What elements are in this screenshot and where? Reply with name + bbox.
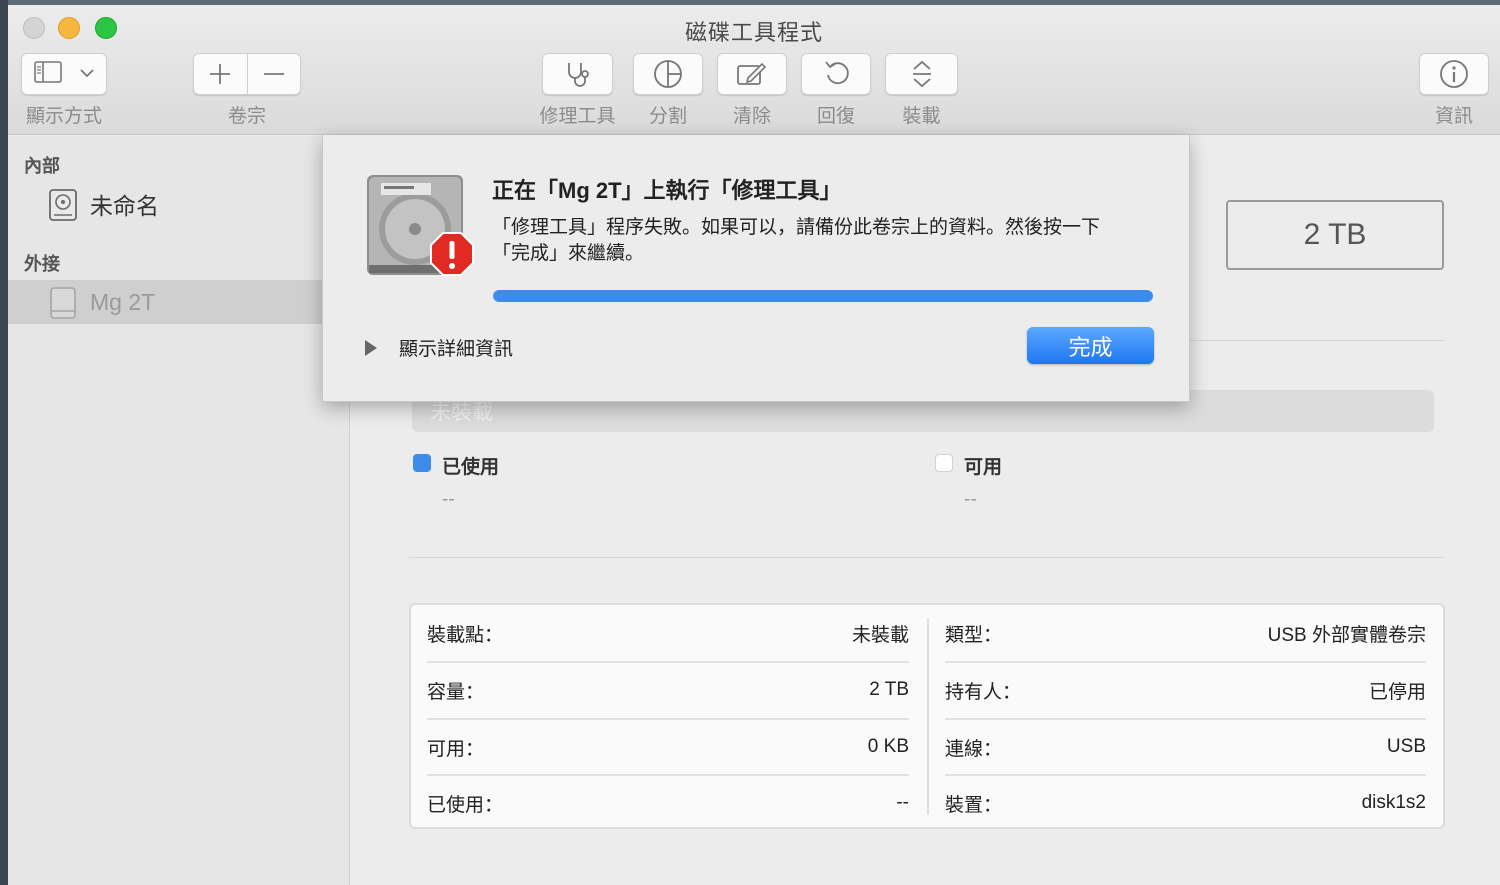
mount-label: 裝載 — [902, 106, 941, 127]
sidebar-item-untitled[interactable]: 未命名 — [8, 182, 350, 226]
info-key: 可用： — [427, 738, 485, 760]
info-row-owners: 持有人： 已停用 — [945, 662, 1426, 718]
hard-drive-warning-icon — [365, 171, 477, 294]
divider — [409, 557, 1445, 558]
dialog-message-line-1: 「修理工具」程序失敗。如果可以，請備份此卷宗上的資料。然後按一下 — [492, 217, 1101, 238]
done-button[interactable]: 完成 — [1027, 327, 1154, 364]
free-legend-label: 可用 — [964, 457, 1003, 478]
info-value: disk1s2 — [1361, 792, 1426, 813]
view-mode-label: 顯示方式 — [25, 106, 102, 127]
show-details-toggle[interactable]: 顯示詳細資訊 — [365, 334, 513, 361]
erase-button[interactable] — [717, 53, 787, 95]
info-button[interactable] — [1419, 53, 1489, 95]
info-row-type: 類型： USB 外部實體卷宗 — [945, 605, 1426, 661]
info-key: 類型： — [945, 624, 1003, 646]
info-row-device: 裝置： disk1s2 — [945, 775, 1426, 831]
info-value: 未裝載 — [851, 624, 909, 646]
first-aid-dialog: 正在「Mg 2T」上執行「修理工具」 「修理工具」程序失敗。如果可以，請備份此卷… — [322, 135, 1190, 402]
info-key: 裝置： — [945, 794, 1003, 816]
plus-icon — [210, 64, 231, 84]
free-swatch — [935, 454, 953, 472]
mount-button[interactable] — [885, 53, 958, 95]
info-key: 持有人： — [945, 681, 1022, 703]
volume-label: 卷宗 — [227, 106, 266, 127]
sidebar: 內部 未命名 外接 Mg 2T — [8, 136, 350, 885]
minus-icon — [263, 73, 284, 75]
restore-label: 回復 — [816, 106, 855, 127]
info-value: 已停用 — [1368, 681, 1426, 703]
partition-label: 分割 — [648, 106, 687, 127]
erase-label: 清除 — [732, 106, 771, 127]
sidebar-item-label: Mg 2T — [90, 288, 156, 315]
info-value: 0 KB — [867, 736, 909, 757]
progress-fill — [493, 290, 1153, 302]
sidebar-heading-internal: 內部 — [24, 156, 60, 176]
info-value: 2 TB — [869, 679, 909, 700]
partition-button[interactable] — [633, 53, 703, 95]
free-legend-value: -- — [964, 489, 977, 510]
pie-partition-icon — [654, 60, 682, 88]
info-value: -- — [896, 792, 909, 813]
info-label: 資訊 — [1434, 106, 1473, 127]
info-key: 連線： — [945, 738, 1003, 760]
info-key: 已使用： — [427, 794, 504, 816]
info-table: 裝載點： 未裝載 容量： 2 TB 可用： 0 KB 已使用： -- 類型： U… — [409, 603, 1445, 829]
used-legend-value: -- — [442, 489, 455, 510]
column-divider — [927, 619, 929, 815]
info-row-available: 可用： 0 KB — [427, 719, 909, 775]
sidebar-icon — [34, 60, 62, 88]
stethoscope-icon — [567, 63, 589, 87]
info-value: USB 外部實體卷宗 — [1267, 624, 1426, 646]
info-key: 裝載點： — [427, 624, 504, 646]
info-key: 容量： — [427, 681, 485, 703]
capacity-box: 2 TB — [1226, 200, 1444, 270]
external-disk-icon — [48, 286, 78, 319]
info-row-used: 已使用： -- — [427, 775, 909, 831]
add-volume-button[interactable] — [194, 63, 247, 85]
chevron-down-icon — [80, 65, 94, 83]
internal-disk-icon — [48, 188, 78, 221]
volume-segmented-control — [193, 53, 301, 95]
dialog-title: 正在「Mg 2T」上執行「修理工具」 — [492, 178, 842, 203]
first-aid-button[interactable] — [542, 53, 613, 95]
first-aid-label: 修理工具 — [539, 106, 616, 127]
window-title: 磁碟工具程式 — [684, 20, 823, 45]
info-row-capacity: 容量： 2 TB — [427, 662, 909, 718]
disclosure-triangle-icon — [365, 339, 377, 356]
show-details-label: 顯示詳細資訊 — [399, 339, 514, 360]
info-row-mount-point: 裝載點： 未裝載 — [427, 605, 909, 661]
sidebar-item-label: 未命名 — [90, 193, 159, 219]
sidebar-item-mg-2t[interactable]: Mg 2T — [8, 280, 350, 324]
remove-volume-button[interactable] — [248, 63, 301, 85]
sidebar-heading-external: 外接 — [24, 254, 60, 274]
info-row-connection: 連線： USB — [945, 719, 1426, 775]
dialog-message-line-2: 「完成」來繼續。 — [492, 243, 645, 264]
used-legend-label: 已使用 — [442, 457, 500, 478]
view-mode-button[interactable] — [21, 53, 107, 95]
mount-icon — [912, 60, 931, 88]
restore-button[interactable] — [801, 53, 871, 95]
toolbar: 磁碟工具程式 顯示方式 卷宗 修理工具 分割 清除 回復 裝載 資訊 — [8, 5, 1500, 135]
info-value: USB — [1386, 736, 1426, 757]
desktop-edge — [0, 0, 8, 885]
progress-bar — [493, 290, 1153, 302]
restore-arrow-icon — [825, 61, 849, 85]
used-swatch — [413, 454, 431, 472]
info-icon — [1440, 60, 1468, 88]
erase-pencil-icon — [737, 62, 767, 85]
dialog-message: 「修理工具」程序失敗。如果可以，請備份此卷宗上的資料。然後按一下 「完成」來繼續… — [492, 215, 1162, 267]
